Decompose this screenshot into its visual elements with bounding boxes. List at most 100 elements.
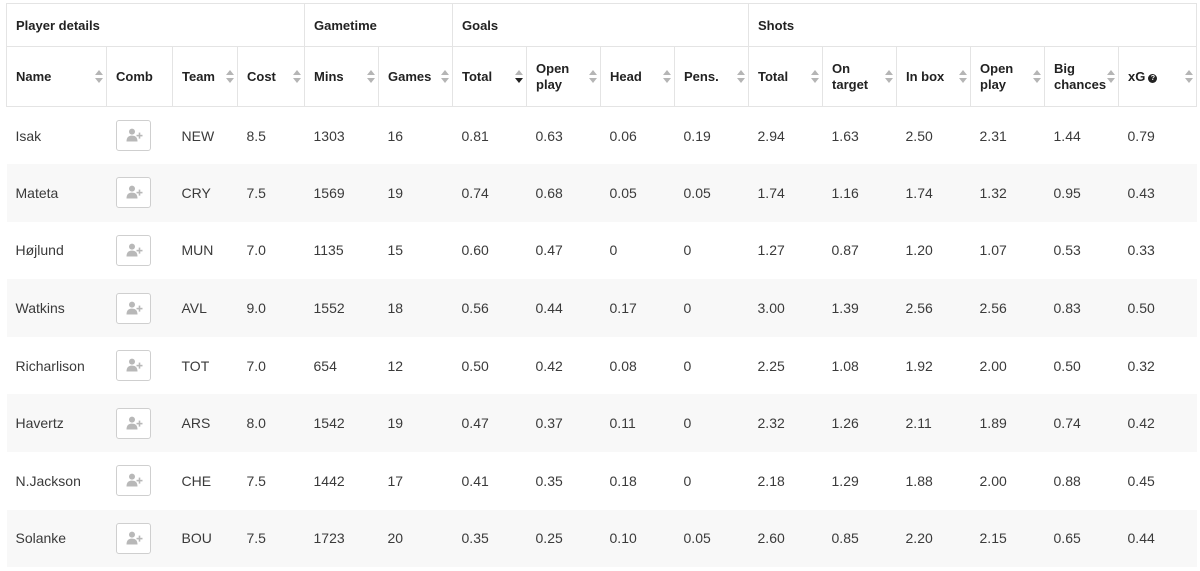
cell-pens: 0.19 xyxy=(683,127,711,144)
sort-icon[interactable] xyxy=(959,69,968,84)
cell-name: Richarlison xyxy=(15,357,85,374)
cell-shots-open-play: 2.00 xyxy=(979,472,1007,489)
header-big-chances[interactable]: Big chances xyxy=(1044,46,1120,107)
add-user-icon xyxy=(126,301,142,315)
cell-team: AVL xyxy=(172,279,238,337)
cell-team: CRY xyxy=(172,164,238,222)
sort-icon[interactable] xyxy=(95,69,103,84)
header-label-line1: Team xyxy=(182,68,215,84)
add-to-comb-button[interactable] xyxy=(115,465,151,497)
cell-xg: 0.42 xyxy=(1118,394,1197,453)
add-user-icon xyxy=(126,416,142,430)
header-label: Pens. xyxy=(684,69,719,85)
cell-in-box: 1.92 xyxy=(905,357,933,374)
help-icon[interactable]: ? xyxy=(1148,73,1158,83)
cell-cost: 8.5 xyxy=(246,127,266,144)
cell-goals-total: 0.60 xyxy=(461,242,489,259)
cell-shots-total: 2.60 xyxy=(748,509,823,568)
cell-comb xyxy=(107,222,173,280)
cell-comb xyxy=(107,107,173,165)
sort-icon[interactable] xyxy=(1107,69,1116,84)
header-goals-open-play[interactable]: Open play xyxy=(526,46,602,107)
header-label-line1: Pens. xyxy=(684,68,719,84)
cell-team: CHE xyxy=(181,472,212,489)
add-to-comb-button[interactable] xyxy=(115,522,151,554)
cell-in-box: 2.20 xyxy=(896,509,971,568)
header-label: Games xyxy=(388,69,431,85)
cell-name: Højlund xyxy=(15,242,64,259)
sort-icon[interactable] xyxy=(515,69,524,84)
header-mins[interactable]: Mins xyxy=(304,46,380,107)
cell-shots-open-play: 2.15 xyxy=(970,509,1045,568)
header-shots-total[interactable]: Total xyxy=(748,46,824,107)
cell-on-target: 1.29 xyxy=(831,472,859,489)
header-pens[interactable]: Pens. xyxy=(674,46,750,107)
cell-goals-open-play: 0.35 xyxy=(535,472,563,489)
sort-icon[interactable] xyxy=(737,69,746,84)
header-cost[interactable]: Cost xyxy=(236,46,306,107)
sort-icon[interactable] xyxy=(367,69,376,84)
cell-head: 0.08 xyxy=(609,357,637,374)
header-label-line1: Big xyxy=(1054,60,1075,76)
header-shots-open-play[interactable]: Open play xyxy=(970,46,1046,107)
cell-name: Mateta xyxy=(6,164,107,222)
header-in-box[interactable]: In box xyxy=(896,46,972,107)
sort-icon[interactable] xyxy=(1033,69,1042,84)
header-on-target[interactable]: On target xyxy=(822,46,898,107)
add-to-comb-button[interactable] xyxy=(115,407,151,439)
cell-team: BOU xyxy=(172,509,238,568)
cell-big-chances: 0.83 xyxy=(1044,279,1119,337)
header-goals-total[interactable]: Total xyxy=(452,46,528,107)
table-row: Watkins AVL 9.0 1552 18 0.56 0.44 0.17 0 3.00 1.39… xyxy=(6,279,1197,337)
sort-icon[interactable] xyxy=(885,69,894,84)
sort-icon[interactable] xyxy=(811,69,820,84)
header-label-line1: Games xyxy=(388,68,432,84)
cell-goals-total: 0.47 xyxy=(452,394,527,453)
header-label: Mins xyxy=(314,69,344,85)
cell-pens: 0 xyxy=(674,394,749,453)
header-label-line2: target xyxy=(832,76,869,92)
cell-head: 0.17 xyxy=(600,279,675,337)
add-to-comb-button[interactable] xyxy=(115,292,151,324)
sort-icon[interactable] xyxy=(1185,69,1194,84)
sort-icon[interactable] xyxy=(293,69,302,84)
cell-name: Watkins xyxy=(6,279,107,337)
sort-icon[interactable] xyxy=(589,69,598,84)
add-to-comb-button[interactable] xyxy=(115,120,151,152)
cell-head: 0 xyxy=(609,242,618,259)
add-to-comb-button[interactable] xyxy=(115,350,151,382)
header-team[interactable]: Team xyxy=(172,46,238,107)
add-to-comb-button[interactable] xyxy=(115,234,151,266)
header-label: Big chances xyxy=(1054,61,1106,93)
cell-shots-total: 2.18 xyxy=(757,472,785,489)
sort-icon[interactable] xyxy=(663,69,672,84)
cell-head: 0.11 xyxy=(600,394,675,453)
cell-games: 19 xyxy=(378,394,453,453)
add-user-icon xyxy=(126,473,142,487)
sort-icon[interactable] xyxy=(441,69,450,84)
table-row: N.Jackson CHE 7.5 1442 17 0.41 0.35 0.18 0 2.18 1.… xyxy=(7,452,1197,510)
cell-comb xyxy=(106,164,173,222)
header-label-line1: Comb xyxy=(116,68,153,84)
header-label: Total xyxy=(758,69,788,85)
cell-goals-total: 0.74 xyxy=(452,164,527,222)
cell-shots-total: 3.00 xyxy=(748,279,823,337)
header-label: Cost xyxy=(247,69,276,85)
header-head[interactable]: Head xyxy=(600,46,676,107)
add-to-comb-button[interactable] xyxy=(115,177,151,209)
cell-comb xyxy=(107,337,173,395)
cell-shots-open-play: 2.00 xyxy=(979,357,1007,374)
cell-shots-total: 2.25 xyxy=(757,357,785,374)
cell-goals-open-play: 0.47 xyxy=(535,242,563,259)
header-xg[interactable]: xG? xyxy=(1118,46,1198,107)
header-label: Open play xyxy=(536,61,569,93)
header-name[interactable]: Name xyxy=(6,46,107,107)
header-label-line1: xG xyxy=(1128,68,1146,84)
sort-icon[interactable] xyxy=(226,69,234,84)
header-label-line1: Cost xyxy=(247,68,276,84)
header-games[interactable]: Games xyxy=(378,46,454,107)
group-shots: Shots xyxy=(748,3,1198,47)
cell-mins: 1569 xyxy=(304,164,379,222)
add-user-icon xyxy=(126,243,142,257)
cell-comb xyxy=(106,279,173,337)
